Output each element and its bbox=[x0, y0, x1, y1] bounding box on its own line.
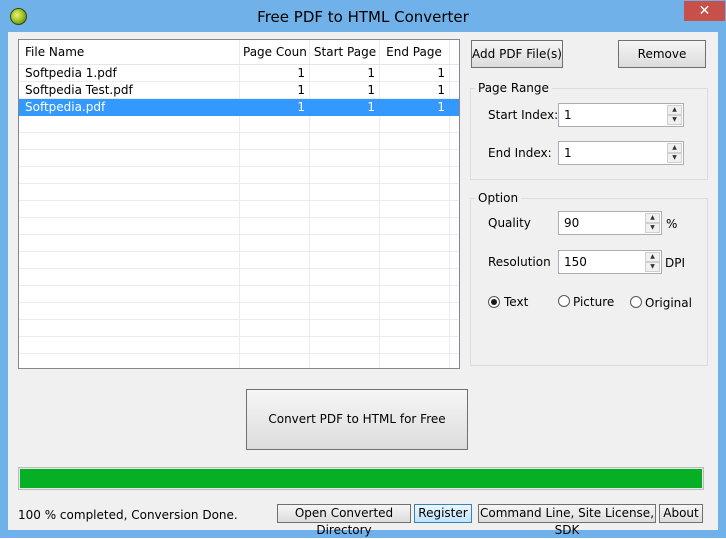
grid-line bbox=[19, 319, 459, 320]
grid-line bbox=[19, 166, 459, 167]
command-line-license-sdk-button[interactable]: Command Line, Site License, SDK bbox=[478, 504, 656, 537]
file-name-cell: Softpedia Test.pdf bbox=[25, 83, 133, 97]
spin-down-icon[interactable]: ▼ bbox=[645, 262, 660, 272]
page-count-cell: 1 bbox=[297, 100, 305, 114]
add-pdf-files-button[interactable]: Add PDF File(s) bbox=[471, 40, 563, 68]
resolution-unit: DPI bbox=[665, 256, 686, 270]
file-name-cell: Softpedia 1.pdf bbox=[25, 66, 117, 80]
spin-up-icon[interactable]: ▲ bbox=[645, 252, 660, 262]
start-index-label: Start Index: bbox=[488, 108, 559, 122]
file-list[interactable]: File Name Page Count Start Page End Page… bbox=[18, 39, 460, 369]
column-header-start-page[interactable]: Start Page bbox=[313, 40, 377, 64]
page-range-title: Page Range bbox=[475, 81, 552, 95]
grid-line bbox=[19, 149, 459, 150]
mode-text-radio[interactable] bbox=[488, 296, 500, 308]
mode-text-label[interactable]: Text bbox=[504, 295, 528, 309]
title-bar: Free PDF to HTML Converter ✕ bbox=[1, 1, 725, 32]
page-range-group bbox=[470, 88, 708, 180]
quality-spinner[interactable]: 90 ▲ ▼ bbox=[558, 211, 662, 235]
open-converted-directory-button[interactable]: Open Converted Directory bbox=[277, 504, 411, 537]
spin-up-icon[interactable]: ▲ bbox=[667, 105, 682, 115]
about-button[interactable]: About bbox=[659, 504, 703, 523]
start-index-spinner[interactable]: 1 ▲ ▼ bbox=[558, 103, 684, 127]
grid-line bbox=[19, 234, 459, 235]
end-page-cell: 1 bbox=[437, 66, 445, 80]
mode-picture-label[interactable]: Picture bbox=[573, 295, 614, 309]
start-page-cell: 1 bbox=[367, 66, 375, 80]
end-index-label: End Index: bbox=[488, 146, 552, 160]
progress-fill bbox=[20, 469, 702, 488]
start-index-value: 1 bbox=[564, 108, 572, 122]
spin-up-icon[interactable]: ▲ bbox=[645, 213, 660, 223]
grid-line bbox=[19, 217, 459, 218]
start-page-cell: 1 bbox=[367, 100, 375, 114]
register-button[interactable]: Register bbox=[414, 504, 472, 523]
grid-line bbox=[19, 285, 459, 286]
end-page-cell: 1 bbox=[437, 83, 445, 97]
start-page-cell: 1 bbox=[367, 83, 375, 97]
grid-line bbox=[19, 302, 459, 303]
column-header-file-name[interactable]: File Name bbox=[25, 40, 235, 64]
end-index-spinner[interactable]: 1 ▲ ▼ bbox=[558, 141, 684, 165]
window-title: Free PDF to HTML Converter bbox=[257, 8, 469, 26]
end-page-cell: 1 bbox=[437, 100, 445, 114]
file-row[interactable]: Softpedia 1.pdf 1 1 1 bbox=[19, 65, 459, 82]
column-header-page-count[interactable]: Page Count bbox=[243, 40, 307, 64]
grid-line bbox=[19, 251, 459, 252]
column-header-end-page[interactable]: End Page bbox=[383, 40, 445, 64]
grid-line bbox=[19, 200, 459, 201]
quality-label: Quality bbox=[488, 216, 531, 230]
grid-line bbox=[19, 268, 459, 269]
status-text: 100 % completed, Conversion Done. bbox=[18, 508, 238, 522]
grid-line bbox=[19, 183, 459, 184]
page-count-cell: 1 bbox=[297, 83, 305, 97]
spin-down-icon[interactable]: ▼ bbox=[667, 153, 682, 163]
file-row[interactable]: Softpedia Test.pdf 1 1 1 bbox=[19, 82, 459, 99]
spin-down-icon[interactable]: ▼ bbox=[645, 223, 660, 233]
resolution-label: Resolution bbox=[488, 255, 551, 269]
client-area: File Name Page Count Start Page End Page… bbox=[8, 32, 718, 537]
spin-up-icon[interactable]: ▲ bbox=[667, 143, 682, 153]
quality-unit: % bbox=[666, 217, 678, 231]
app-window: Free PDF to HTML Converter ✕ File Name P… bbox=[0, 0, 726, 538]
convert-button[interactable]: Convert PDF to HTML for Free bbox=[246, 389, 468, 450]
resolution-spinner[interactable]: 150 ▲ ▼ bbox=[558, 250, 662, 274]
close-button[interactable]: ✕ bbox=[684, 1, 725, 21]
spin-down-icon[interactable]: ▼ bbox=[667, 115, 682, 125]
page-count-cell: 1 bbox=[297, 66, 305, 80]
mode-original-label[interactable]: Original bbox=[645, 296, 692, 310]
mode-original-radio[interactable] bbox=[630, 296, 642, 308]
grid-line bbox=[19, 336, 459, 337]
progress-bar bbox=[18, 467, 704, 490]
mode-picture-radio[interactable] bbox=[558, 295, 570, 307]
remove-button[interactable]: Remove bbox=[618, 40, 706, 68]
quality-value: 90 bbox=[564, 216, 580, 230]
file-name-cell: Softpedia.pdf bbox=[25, 100, 106, 114]
file-row-selected[interactable]: Softpedia.pdf 1 1 1 bbox=[19, 99, 459, 116]
grid-line bbox=[19, 353, 459, 354]
grid-line bbox=[19, 132, 459, 133]
resolution-value: 150 bbox=[564, 255, 587, 269]
file-list-header: File Name Page Count Start Page End Page bbox=[19, 40, 459, 65]
end-index-value: 1 bbox=[564, 146, 572, 160]
option-title: Option bbox=[475, 191, 522, 205]
